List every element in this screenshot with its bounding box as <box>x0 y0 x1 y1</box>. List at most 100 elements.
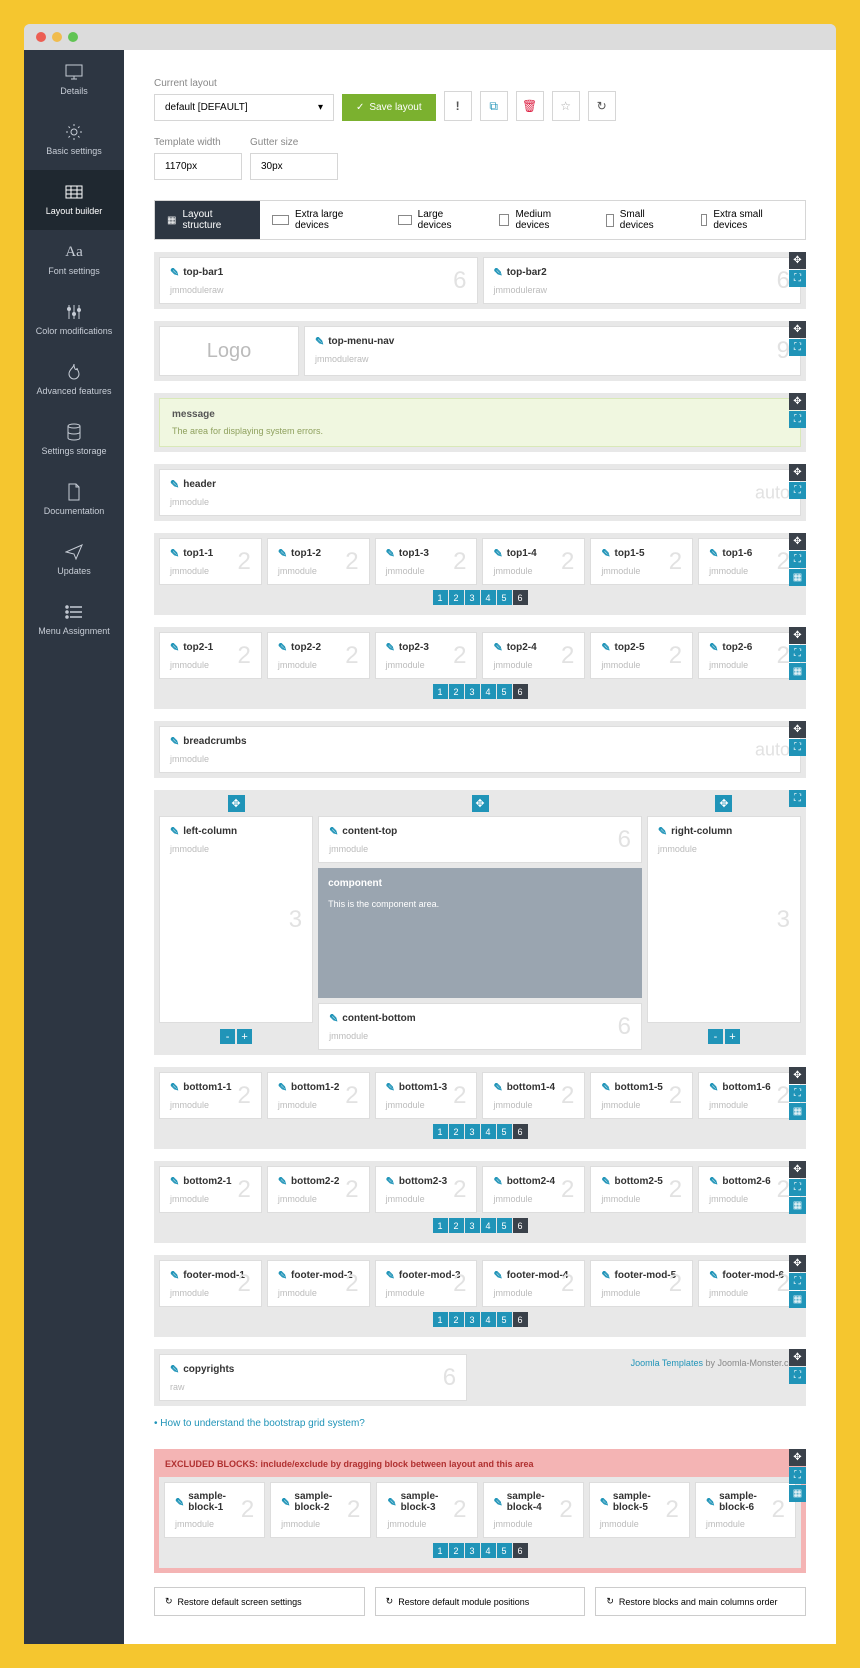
fullscreen-icon[interactable]: ⛶ <box>789 645 806 662</box>
block-top2-1[interactable]: ✎top2-1jmmodule2 <box>159 632 262 679</box>
drag-handle-icon[interactable]: ✥ <box>228 795 245 812</box>
close-icon[interactable] <box>36 32 46 42</box>
plus-button[interactable]: + <box>725 1029 740 1044</box>
page-2[interactable]: 2 <box>449 1543 464 1558</box>
block-top-menu-nav[interactable]: ✎top-menu-navjmmoduleraw9 <box>304 326 801 376</box>
restore-blocks-button[interactable]: ↻Restore blocks and main columns order <box>595 1587 806 1616</box>
grid-toggle-icon[interactable]: ▦ <box>789 663 806 680</box>
current-layout-select[interactable]: default [DEFAULT] ▾ <box>154 94 334 121</box>
block-top1-6[interactable]: ✎top1-6jmmodule2 <box>698 538 801 585</box>
block-footer-mod-6[interactable]: ✎footer-mod-6jmmodule2 <box>698 1260 801 1307</box>
block-sample-block-2[interactable]: ✎sample-block-2jmmodule2 <box>270 1482 371 1538</box>
sidebar-item-basic-settings[interactable]: Basic settings <box>24 110 124 170</box>
fullscreen-icon[interactable]: ⛶ <box>789 1467 806 1484</box>
block-bottom2-3[interactable]: ✎bottom2-3jmmodule2 <box>375 1166 478 1213</box>
move-icon[interactable]: ✥ <box>789 1349 806 1366</box>
block-footer-mod-5[interactable]: ✎footer-mod-5jmmodule2 <box>590 1260 693 1307</box>
fullscreen-icon[interactable]: ⛶ <box>789 339 806 356</box>
block-footer-mod-2[interactable]: ✎footer-mod-2jmmodule2 <box>267 1260 370 1307</box>
plus-button[interactable]: + <box>237 1029 252 1044</box>
page-6[interactable]: 6 <box>513 590 528 605</box>
tab-medium[interactable]: Medium devices <box>487 201 594 239</box>
page-1[interactable]: 1 <box>433 1124 448 1139</box>
page-1[interactable]: 1 <box>433 684 448 699</box>
tab-layout-structure[interactable]: ▦ Layout structure <box>155 201 260 239</box>
sidebar-item-menu-assignment[interactable]: Menu Assignment <box>24 590 124 650</box>
page-5[interactable]: 5 <box>497 1124 512 1139</box>
grid-toggle-icon[interactable]: ▦ <box>789 1291 806 1308</box>
page-5[interactable]: 5 <box>497 590 512 605</box>
page-1[interactable]: 1 <box>433 590 448 605</box>
block-top2-4[interactable]: ✎top2-4jmmodule2 <box>482 632 585 679</box>
fullscreen-icon[interactable]: ⛶ <box>789 739 806 756</box>
block-sample-block-1[interactable]: ✎sample-block-1jmmodule2 <box>164 1482 265 1538</box>
block-content-bottom[interactable]: ✎content-bottomjmmodule6 <box>318 1003 642 1050</box>
fullscreen-icon[interactable]: ⛶ <box>789 270 806 287</box>
block-bottom2-5[interactable]: ✎bottom2-5jmmodule2 <box>590 1166 693 1213</box>
block-bottom2-1[interactable]: ✎bottom2-1jmmodule2 <box>159 1166 262 1213</box>
move-icon[interactable]: ✥ <box>789 321 806 338</box>
info-button[interactable]: ! <box>444 91 472 121</box>
page-6[interactable]: 6 <box>513 1218 528 1233</box>
page-2[interactable]: 2 <box>449 1124 464 1139</box>
page-1[interactable]: 1 <box>433 1218 448 1233</box>
sidebar-item-layout-builder[interactable]: Layout builder <box>24 170 124 230</box>
fullscreen-icon[interactable]: ⛶ <box>789 551 806 568</box>
block-bottom1-5[interactable]: ✎bottom1-5jmmodule2 <box>590 1072 693 1119</box>
sidebar-item-settings-storage[interactable]: Settings storage <box>24 410 124 470</box>
tab-extra-large[interactable]: Extra large devices <box>260 201 386 239</box>
block-top1-1[interactable]: ✎top1-1jmmodule2 <box>159 538 262 585</box>
template-width-input[interactable] <box>154 153 242 180</box>
page-4[interactable]: 4 <box>481 590 496 605</box>
block-copyrights[interactable]: ✎copyrightsraw6 <box>159 1354 467 1401</box>
block-top2-2[interactable]: ✎top2-2jmmodule2 <box>267 632 370 679</box>
block-header[interactable]: ✎headerjmmoduleauto <box>159 469 801 516</box>
page-4[interactable]: 4 <box>481 684 496 699</box>
block-breadcrumbs[interactable]: ✎breadcrumbsjmmoduleauto <box>159 726 801 773</box>
fullscreen-icon[interactable]: ⛶ <box>789 1179 806 1196</box>
block-footer-mod-1[interactable]: ✎footer-mod-1jmmodule2 <box>159 1260 262 1307</box>
restore-screen-button[interactable]: ↻Restore default screen settings <box>154 1587 365 1616</box>
sidebar-item-details[interactable]: Details <box>24 50 124 110</box>
block-bottom2-6[interactable]: ✎bottom2-6jmmodule2 <box>698 1166 801 1213</box>
grid-toggle-icon[interactable]: ▦ <box>789 1485 806 1502</box>
move-icon[interactable]: ✥ <box>789 1449 806 1466</box>
grid-toggle-icon[interactable]: ▦ <box>789 1103 806 1120</box>
restore-module-button[interactable]: ↻Restore default module positions <box>375 1587 586 1616</box>
block-sample-block-5[interactable]: ✎sample-block-5jmmodule2 <box>589 1482 690 1538</box>
move-icon[interactable]: ✥ <box>789 393 806 410</box>
tab-small[interactable]: Small devices <box>594 201 688 239</box>
page-4[interactable]: 4 <box>481 1543 496 1558</box>
block-logo[interactable]: Logo <box>159 326 299 376</box>
tab-extra-small[interactable]: Extra small devices <box>689 201 805 239</box>
drag-handle-icon[interactable]: ✥ <box>472 795 489 812</box>
minus-button[interactable]: - <box>220 1029 235 1044</box>
page-5[interactable]: 5 <box>497 1543 512 1558</box>
page-6[interactable]: 6 <box>513 684 528 699</box>
page-6[interactable]: 6 <box>513 1312 528 1327</box>
copy-button[interactable]: ⧉ <box>480 91 508 121</box>
star-button[interactable]: ☆ <box>552 91 580 121</box>
minus-button[interactable]: - <box>708 1029 723 1044</box>
move-icon[interactable]: ✥ <box>789 1161 806 1178</box>
move-icon[interactable]: ✥ <box>789 464 806 481</box>
block-top2-5[interactable]: ✎top2-5jmmodule2 <box>590 632 693 679</box>
page-1[interactable]: 1 <box>433 1312 448 1327</box>
block-footer-mod-4[interactable]: ✎footer-mod-4jmmodule2 <box>482 1260 585 1307</box>
block-sample-block-3[interactable]: ✎sample-block-3jmmodule2 <box>376 1482 477 1538</box>
block-bottom1-2[interactable]: ✎bottom1-2jmmodule2 <box>267 1072 370 1119</box>
grid-toggle-icon[interactable]: ▦ <box>789 569 806 586</box>
page-3[interactable]: 3 <box>465 1543 480 1558</box>
fullscreen-icon[interactable]: ⛶ <box>789 1085 806 1102</box>
block-right-column[interactable]: ✎right-columnjmmodule3 <box>647 816 801 1023</box>
sidebar-item-color-modifications[interactable]: Color modifications <box>24 290 124 350</box>
move-icon[interactable]: ✥ <box>789 1255 806 1272</box>
credit-link[interactable]: Joomla Templates <box>631 1358 703 1368</box>
block-top1-3[interactable]: ✎top1-3jmmodule2 <box>375 538 478 585</box>
page-2[interactable]: 2 <box>449 684 464 699</box>
fullscreen-icon[interactable]: ⛶ <box>789 790 806 807</box>
minimize-icon[interactable] <box>52 32 62 42</box>
page-5[interactable]: 5 <box>497 1218 512 1233</box>
block-bottom1-1[interactable]: ✎bottom1-1jmmodule2 <box>159 1072 262 1119</box>
gutter-size-input[interactable] <box>250 153 338 180</box>
